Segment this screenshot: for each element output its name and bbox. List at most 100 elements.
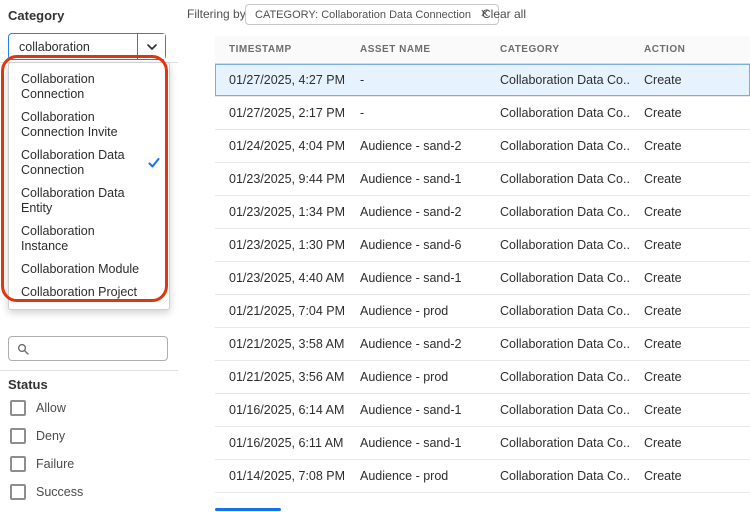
cell-asset-name: Audience - sand-1 [360, 436, 462, 450]
cell-asset-name: - [360, 106, 365, 120]
cell-action: Create [644, 469, 682, 483]
cell-timestamp: 01/23/2025, 4:40 AM [229, 271, 345, 285]
table-row[interactable]: 01/21/2025, 7:04 PM Audience - prod Collab… [215, 295, 750, 328]
table-row[interactable]: 01/23/2025, 9:44 PM Audience - sand-1 Coll… [215, 163, 750, 196]
table-row[interactable]: 01/23/2025, 1:30 PM Audience - sand-6 Coll… [215, 229, 750, 262]
cell-action: Create [644, 271, 682, 285]
table-body: 01/27/2025, 4:27 PM - Collaboration Data C… [215, 64, 750, 493]
horizontal-scrollbar-thumb[interactable] [215, 508, 281, 511]
cell-category: Collaboration Data Co... [500, 370, 630, 384]
cell-timestamp: 01/21/2025, 3:56 AM [229, 370, 345, 384]
table-row[interactable]: 01/21/2025, 3:58 AM Audience - sand-2 Coll… [215, 328, 750, 361]
cell-asset-name: Audience - prod [360, 304, 449, 318]
cell-asset-name: Audience - sand-1 [360, 271, 462, 285]
checkbox-label: Deny [36, 429, 66, 443]
filter-tag-label: CATEGORY: Collaboration Data Connection [255, 8, 472, 21]
cell-asset-name: Audience - sand-1 [360, 172, 462, 186]
sidebar-search-field[interactable] [8, 336, 168, 361]
column-header-action[interactable]: ACTION [630, 44, 750, 55]
cell-timestamp: 01/16/2025, 6:11 AM [229, 436, 344, 450]
dropdown-item-label: Collaboration Connection [21, 72, 95, 101]
table-row[interactable]: 01/16/2025, 6:11 AM Audience - sand-1 Coll… [215, 427, 750, 460]
table-row[interactable]: 01/27/2025, 4:27 PM - Collaboration Data C… [215, 64, 750, 97]
cell-action: Create [644, 403, 682, 417]
table-row[interactable]: 01/27/2025, 2:17 PM - Collaboration Data C… [215, 97, 750, 130]
checkmark-icon [148, 158, 160, 168]
dropdown-item[interactable]: Collaboration Data Connection [9, 144, 169, 182]
search-icon [17, 343, 29, 355]
cell-asset-name: Audience - prod [360, 370, 449, 384]
cell-asset-name: Audience - sand-2 [360, 205, 462, 219]
status-checkbox-failure[interactable]: Failure [10, 456, 83, 472]
cell-timestamp: 01/23/2025, 9:44 PM [229, 172, 346, 186]
status-checkbox-deny[interactable]: Deny [10, 428, 83, 444]
cell-category: Collaboration Data Co... [500, 271, 630, 285]
checkbox-icon[interactable] [10, 456, 26, 472]
column-header-timestamp[interactable]: TIMESTAMP [215, 44, 346, 55]
cell-action: Create [644, 172, 682, 186]
status-checkbox-allow[interactable]: Allow [10, 400, 83, 416]
cell-category: Collaboration Data Co... [500, 436, 630, 450]
table-row[interactable]: 01/16/2025, 6:14 AM Audience - sand-1 Coll… [215, 394, 750, 427]
table-row[interactable]: 01/23/2025, 1:34 PM Audience - sand-2 Coll… [215, 196, 750, 229]
cell-timestamp: 01/21/2025, 3:58 AM [229, 337, 345, 351]
cell-category: Collaboration Data Co... [500, 73, 630, 87]
dropdown-item[interactable]: Collaboration Module [9, 258, 169, 281]
cell-timestamp: 01/23/2025, 1:34 PM [229, 205, 346, 219]
column-header-category[interactable]: CATEGORY [486, 44, 630, 55]
cell-timestamp: 01/27/2025, 4:27 PM [229, 73, 346, 87]
category-dropdown-list: Collaboration Connection Collaboration Co… [8, 62, 170, 310]
cell-asset-name: Audience - sand-2 [360, 337, 462, 351]
checkbox-icon[interactable] [10, 428, 26, 444]
cell-action: Create [644, 337, 682, 351]
status-checkbox-success[interactable]: Success [10, 484, 83, 500]
chevron-down-icon [146, 43, 157, 50]
status-heading: Status [8, 377, 48, 392]
cell-timestamp: 01/24/2025, 4:04 PM [229, 139, 346, 153]
dropdown-item-label: Collaboration Instance [21, 224, 95, 253]
category-input[interactable]: collaboration [9, 34, 137, 59]
cell-category: Collaboration Data Co... [500, 238, 630, 252]
dropdown-item-label: Collaboration Project [21, 285, 138, 299]
checkbox-label: Allow [36, 401, 66, 415]
dropdown-item[interactable]: Collaboration Project [9, 281, 169, 304]
table-row[interactable]: 01/24/2025, 4:04 PM Audience - sand-2 Coll… [215, 130, 750, 163]
cell-category: Collaboration Data Co... [500, 337, 630, 351]
checkbox-icon[interactable] [10, 484, 26, 500]
combobox-dropdown-button[interactable] [137, 34, 165, 59]
cell-category: Collaboration Data Co... [500, 403, 630, 417]
cell-action: Create [644, 436, 682, 450]
dropdown-item[interactable]: Collaboration Connection Invite [9, 106, 169, 144]
cell-action: Create [644, 370, 682, 384]
table-row[interactable]: 01/21/2025, 3:56 AM Audience - prod Collab… [215, 361, 750, 394]
cell-asset-name: - [360, 73, 365, 87]
sidebar-divider [0, 370, 178, 371]
search-input[interactable] [35, 340, 159, 357]
filtering-by-label: Filtering by [187, 7, 246, 21]
filter-tag[interactable]: CATEGORY: Collaboration Data Connection … [245, 4, 500, 25]
audit-table: TIMESTAMP ASSET NAME CATEGORY ACTION 01/… [215, 36, 750, 512]
cell-action: Create [644, 205, 682, 219]
dropdown-item[interactable]: Collaboration Data Entity [9, 182, 169, 220]
table-header-row: TIMESTAMP ASSET NAME CATEGORY ACTION [215, 36, 750, 64]
cell-action: Create [644, 304, 682, 318]
dropdown-item[interactable]: Collaboration Instance [9, 220, 169, 258]
checkbox-icon[interactable] [10, 400, 26, 416]
dropdown-item-label: Collaboration Module [21, 262, 140, 276]
cell-action: Create [644, 139, 682, 153]
checkbox-label: Failure [36, 457, 75, 471]
cell-timestamp: 01/14/2025, 7:08 PM [229, 469, 346, 483]
cell-asset-name: Audience - sand-6 [360, 238, 462, 252]
column-header-asset-name[interactable]: ASSET NAME [346, 44, 486, 55]
category-combobox[interactable]: collaboration [8, 33, 166, 60]
dropdown-item[interactable]: Collaboration Connection [9, 68, 169, 106]
table-row[interactable]: 01/23/2025, 4:40 AM Audience - sand-1 Coll… [215, 262, 750, 295]
clear-all-button[interactable]: Clear all [482, 7, 526, 21]
cell-timestamp: 01/23/2025, 1:30 PM [229, 238, 346, 252]
cell-category: Collaboration Data Co... [500, 172, 630, 186]
dropdown-item-label: Collaboration Connection Invite [21, 110, 118, 139]
cell-category: Collaboration Data Co... [500, 469, 630, 483]
table-row[interactable]: 01/14/2025, 7:08 PM Audience - prod Collab… [215, 460, 750, 493]
cell-category: Collaboration Data Co... [500, 304, 630, 318]
cell-asset-name: Audience - sand-2 [360, 139, 462, 153]
